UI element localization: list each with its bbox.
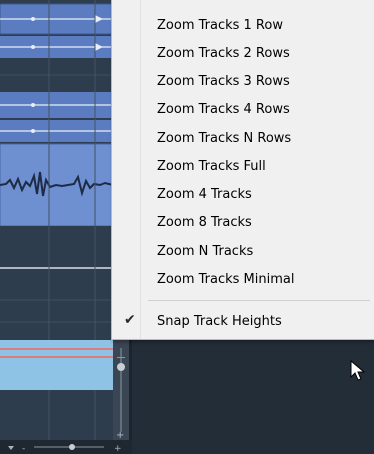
menu-item-label: Zoom Tracks 2 Rows (157, 46, 290, 61)
menu-item-snap-track-heights[interactable]: ✔ Snap Track Heights (112, 310, 374, 333)
menu-separator (148, 300, 370, 301)
menu-item-label: Zoom 4 Tracks (157, 187, 252, 202)
menu-item-label: Zoom 8 Tracks (157, 215, 252, 230)
menu-item-label: Zoom Tracks Minimal (157, 272, 295, 287)
menu-item-label: Snap Track Heights (157, 314, 282, 329)
menu-item-zoom-tracks-full[interactable]: Zoom Tracks Full (112, 155, 374, 178)
menu-item-label: Zoom Tracks 1 Row (157, 18, 283, 33)
menu-item-zoom-n-tracks[interactable]: Zoom N Tracks (112, 240, 374, 263)
mouse-pointer-icon (350, 360, 366, 381)
automation-track-2[interactable] (0, 36, 113, 58)
menu-item-zoom-tracks-2-rows[interactable]: Zoom Tracks 2 Rows (112, 42, 374, 65)
checkmark-icon: ✔ (124, 312, 136, 328)
svg-text:+: + (116, 430, 124, 441)
menu-item-zoom-4-tracks[interactable]: Zoom 4 Tracks (112, 183, 374, 206)
audio-track[interactable] (0, 143, 114, 227)
svg-text:-: - (22, 444, 25, 454)
automation-track-1[interactable] (0, 3, 114, 35)
zoom-context-menu: Zoom Tracks 1 Row Zoom Tracks 2 Rows Zoo… (111, 0, 374, 340)
menu-item-label: Zoom Tracks 4 Rows (157, 102, 290, 117)
menu-item-label: Zoom N Tracks (157, 244, 254, 259)
menu-item-label: Zoom Tracks Full (157, 159, 266, 174)
menu-item-zoom-tracks-3-rows[interactable]: Zoom Tracks 3 Rows (112, 70, 374, 93)
horizontal-zoom-slider[interactable]: - + (0, 440, 132, 454)
menu-item-zoom-tracks-n-rows[interactable]: Zoom Tracks N Rows (112, 127, 374, 150)
menu-item-label: Zoom Tracks N Rows (157, 131, 292, 146)
menu-item-zoom-tracks-minimal[interactable]: Zoom Tracks Minimal (112, 268, 374, 291)
svg-text:+: + (114, 444, 122, 454)
automation-track-4[interactable] (0, 120, 113, 142)
menu-item-zoom-tracks-4-rows[interactable]: Zoom Tracks 4 Rows (112, 98, 374, 121)
automation-track-3[interactable] (0, 92, 113, 118)
menu-item-zoom-8-tracks[interactable]: Zoom 8 Tracks (112, 211, 374, 234)
empty-track-lane-2[interactable] (0, 226, 113, 340)
menu-item-label: Zoom Tracks 3 Rows (157, 74, 290, 89)
selected-track[interactable] (0, 340, 113, 390)
vertical-zoom-slider[interactable]: + (113, 340, 129, 441)
menu-item-zoom-tracks-1-row[interactable]: Zoom Tracks 1 Row (112, 14, 374, 37)
